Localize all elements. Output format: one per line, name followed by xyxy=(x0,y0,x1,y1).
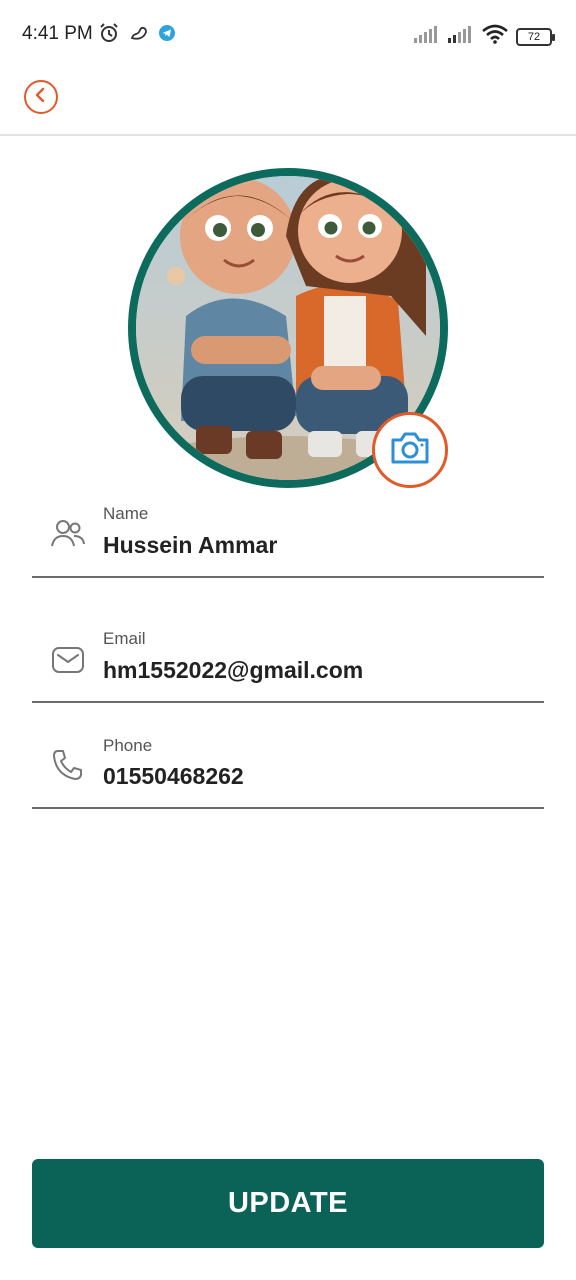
battery-icon: 72 xyxy=(516,27,555,46)
status-time: 4:41 PM xyxy=(22,23,93,44)
status-bar: 4:41 PM 72 xyxy=(0,0,576,68)
users-icon xyxy=(50,516,86,552)
profile-avatar-container xyxy=(128,168,448,488)
status-icons-right: 72 xyxy=(414,24,555,49)
email-label: Email xyxy=(103,629,146,648)
status-icons-left xyxy=(98,22,176,49)
telegram-icon xyxy=(158,24,176,47)
wifi-icon xyxy=(482,24,508,49)
mail-icon xyxy=(50,642,86,678)
phone-field[interactable]: Phone 01550468262 xyxy=(32,733,544,809)
alarm-icon xyxy=(98,22,120,49)
camera-icon xyxy=(389,430,431,471)
signal-icon xyxy=(414,25,440,48)
name-value: Hussein Ammar xyxy=(103,532,278,558)
app-notification-icon xyxy=(128,22,150,49)
name-label: Name xyxy=(103,504,149,523)
phone-icon xyxy=(50,747,86,783)
back-button[interactable] xyxy=(24,80,58,114)
phone-value: 01550468262 xyxy=(103,763,244,789)
phone-label: Phone xyxy=(103,736,153,755)
change-photo-button[interactable] xyxy=(372,412,448,488)
chevron-left-icon xyxy=(33,87,49,108)
signal-icon xyxy=(448,25,474,48)
update-button[interactable]: UPDATE xyxy=(32,1159,544,1248)
name-field[interactable]: Name Hussein Ammar xyxy=(32,500,544,578)
app-bar xyxy=(0,68,576,136)
email-field[interactable]: Email hm1552022@gmail.com xyxy=(32,626,544,703)
email-value: hm1552022@gmail.com xyxy=(103,657,364,683)
